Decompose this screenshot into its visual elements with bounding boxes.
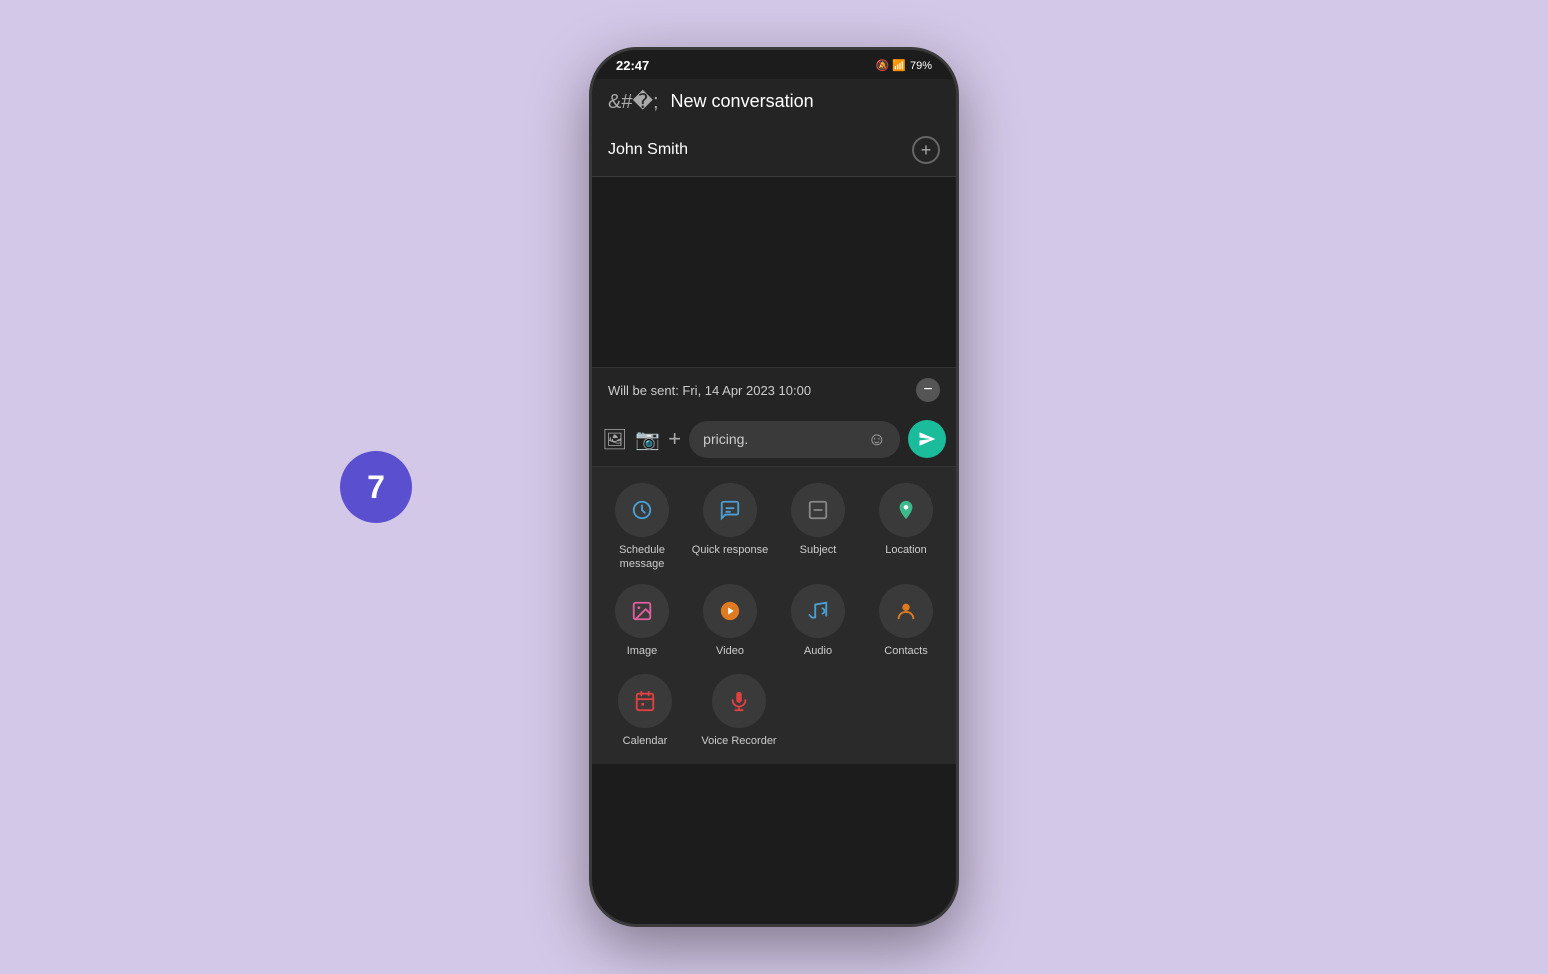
message-body[interactable] [592, 177, 956, 367]
contacts-icon [879, 584, 933, 638]
send-button[interactable] [908, 420, 946, 458]
phone-shell: 22:47 🔕 📶 79% &#�; New conversation John… [589, 47, 959, 927]
status-icons: 🔕 📶 79% [876, 59, 932, 72]
schedule-message-label: Schedule message [602, 543, 682, 572]
image-attach-icon[interactable]: 🖼 [602, 427, 627, 452]
schedule-message-icon [615, 483, 669, 537]
audio-icon [791, 584, 845, 638]
add-recipient-button[interactable]: + [912, 136, 940, 164]
send-icon [918, 430, 936, 448]
status-time: 22:47 [616, 58, 649, 73]
emoji-icon[interactable]: ☺ [868, 429, 886, 450]
calendar-icon [618, 674, 672, 728]
recipient-row: John Smith + [592, 124, 956, 177]
app-header: &#�; New conversation [592, 79, 956, 124]
status-bar: 22:47 🔕 📶 79% [592, 50, 956, 79]
recipient-name: John Smith [608, 141, 912, 159]
quick-response-label: Quick response [692, 543, 768, 557]
voice-recorder-label: Voice Recorder [701, 734, 776, 748]
input-bar: 🖼 📷 + pricing. ☺ [592, 412, 956, 467]
attachment-item-location[interactable]: Location [866, 483, 946, 572]
audio-label: Audio [804, 644, 832, 658]
attachment-item-contacts[interactable]: Contacts [866, 584, 946, 658]
subject-icon [791, 483, 845, 537]
calendar-label: Calendar [623, 734, 668, 748]
attachment-item-calendar[interactable]: Calendar [602, 674, 688, 748]
contacts-label: Contacts [884, 644, 927, 658]
schedule-minus-button[interactable]: − [916, 378, 940, 402]
message-input[interactable]: pricing. ☺ [689, 421, 900, 458]
schedule-banner: Will be sent: Fri, 14 Apr 2023 10:00 − [592, 367, 956, 412]
page-title: New conversation [671, 91, 814, 112]
attachment-item-video[interactable]: Video [690, 584, 770, 658]
attachment-item-audio[interactable]: Audio [778, 584, 858, 658]
image-icon [615, 584, 669, 638]
attachment-row2: Calendar Voice Recorder [592, 674, 956, 764]
scene: 7 22:47 🔕 📶 79% &#�; New conversation Jo… [0, 0, 1548, 974]
attachment-item-schedule-message[interactable]: Schedule message [602, 483, 682, 572]
image-label: Image [627, 644, 658, 658]
step-badge: 7 [340, 451, 412, 523]
attachment-item-voice-recorder[interactable]: Voice Recorder [696, 674, 782, 748]
schedule-text: Will be sent: Fri, 14 Apr 2023 10:00 [608, 383, 811, 398]
video-label: Video [716, 644, 744, 658]
camera-icon[interactable]: 📷 [635, 427, 660, 452]
attachment-grid: Schedule message Quick response Subject … [592, 467, 956, 674]
location-icon [879, 483, 933, 537]
attachment-item-subject[interactable]: Subject [778, 483, 858, 572]
attachment-item-image[interactable]: Image [602, 584, 682, 658]
attachment-item-quick-response[interactable]: Quick response [690, 483, 770, 572]
location-label: Location [885, 543, 927, 557]
message-text: pricing. [703, 431, 748, 447]
plus-icon[interactable]: + [668, 426, 681, 452]
video-icon [703, 584, 757, 638]
subject-label: Subject [800, 543, 837, 557]
voice-recorder-icon [712, 674, 766, 728]
quick-response-icon [703, 483, 757, 537]
back-button[interactable]: &#�; [608, 89, 659, 114]
